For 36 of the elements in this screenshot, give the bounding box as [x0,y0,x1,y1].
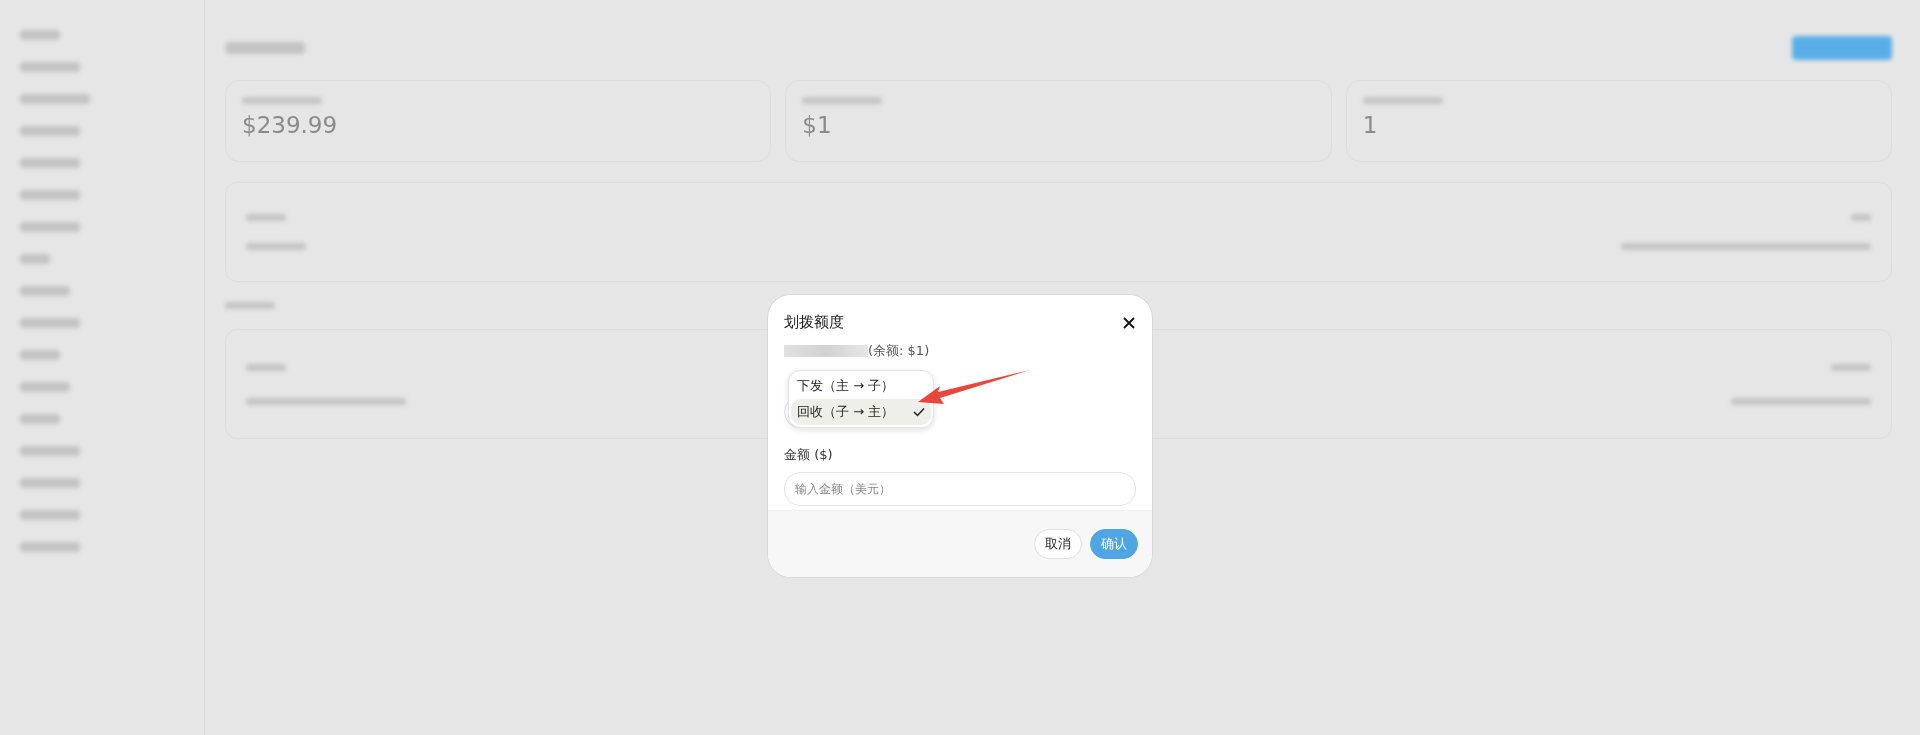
blurred-text [20,126,80,136]
balance-text: (余额: $1) [868,342,930,360]
stat-value: 1 [1362,112,1379,138]
stat-value: $1 [802,112,833,138]
cancel-button[interactable]: 取消 [1034,529,1082,559]
blurred-text [20,478,80,488]
menu-item[interactable]: 下发（主 → 子） [791,373,931,399]
blurred-text [20,222,80,232]
close-button[interactable] [1122,315,1136,330]
close-icon [1122,315,1136,330]
blurred-text [225,302,275,309]
blurred-text [20,318,80,328]
blurred-text [20,350,60,360]
amount-field[interactable]: 输入金额（美元） [784,472,1136,506]
dialog-title: 划拨额度 [784,313,844,332]
blurred-text [20,190,80,200]
blurred-text [20,446,80,456]
blurred-text [20,382,70,392]
menu-item[interactable]: 回收（子 → 主） [791,399,931,425]
amount-label: 金额 ($) [784,446,834,464]
blurred-text [20,414,60,424]
blurred-text [246,363,286,371]
blurred-text [20,542,80,552]
blurred-text [20,158,80,168]
blurred-text [1831,363,1871,371]
blurred-text [20,254,50,264]
blurred-text [20,30,60,40]
blurred-text [20,62,80,72]
check-icon [913,407,925,417]
blurred-text [1851,214,1871,221]
blurred-text [246,243,306,250]
blurred-text [246,214,286,221]
blurred-text [20,510,80,520]
stat-value: $239.99 [242,112,339,138]
blurred-text [20,94,90,104]
blurred-text [20,286,70,296]
